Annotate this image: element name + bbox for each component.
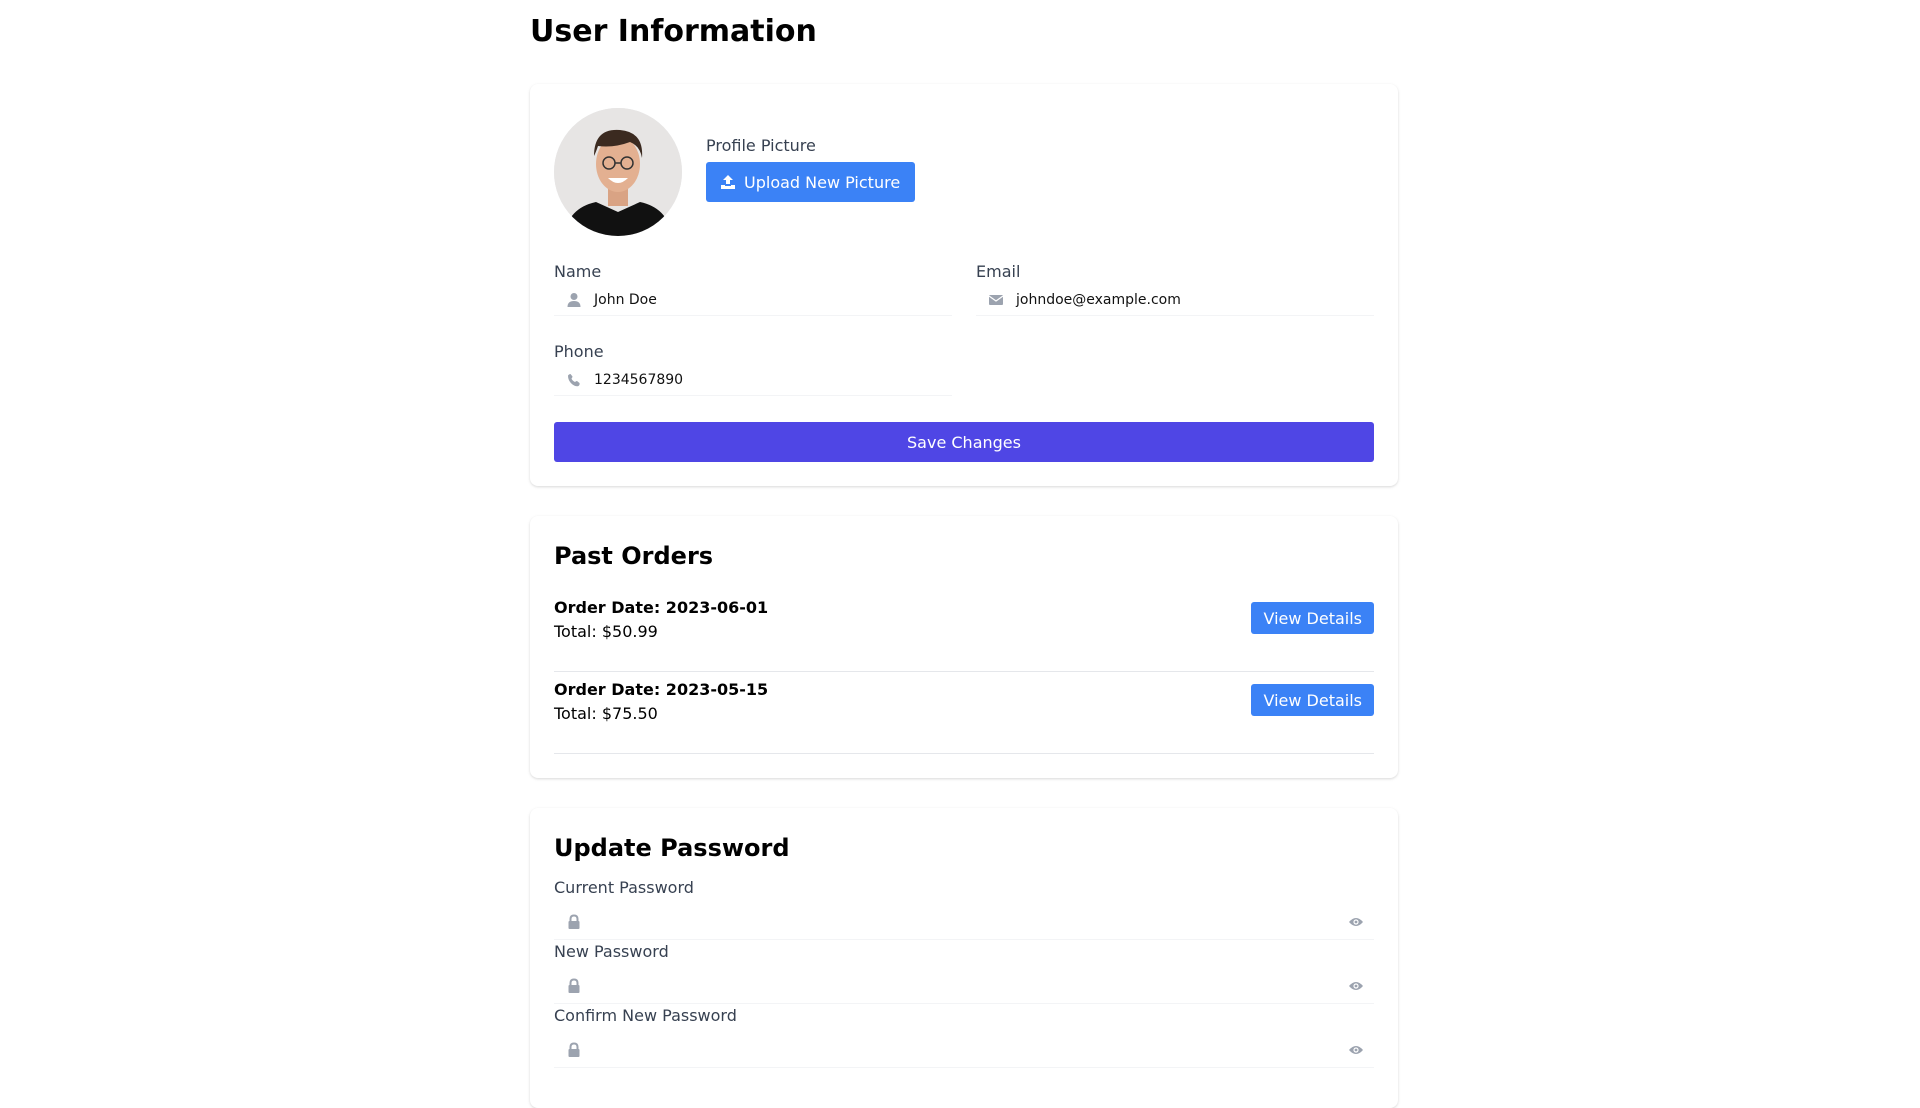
upload-button-label: Upload New Picture <box>744 172 901 192</box>
order-total: Total: $50.99 <box>554 622 658 641</box>
view-details-button[interactable]: View Details <box>1251 684 1374 716</box>
eye-icon[interactable] <box>1348 1043 1364 1057</box>
profile-card: Profile Picture Upload New Picture Name … <box>530 84 1398 486</box>
phone-field: Phone 1234567890 <box>554 342 952 396</box>
order-row: Order Date: 2023-06-01 Total: $50.99 Vie… <box>554 590 1374 672</box>
new-password-field: New Password <box>554 942 1374 1004</box>
user-icon <box>567 293 581 307</box>
current-password-field: Current Password <box>554 878 1374 940</box>
new-password-input[interactable] <box>554 966 1374 1004</box>
phone-input[interactable]: 1234567890 <box>554 366 952 396</box>
current-password-input[interactable] <box>554 902 1374 940</box>
current-password-label: Current Password <box>554 878 694 897</box>
eye-icon[interactable] <box>1348 979 1364 993</box>
email-field: Email johndoe@example.com <box>976 262 1374 316</box>
name-label: Name <box>554 262 602 281</box>
confirm-password-field: Confirm New Password <box>554 1006 1374 1068</box>
email-input[interactable]: johndoe@example.com <box>976 286 1374 316</box>
name-value: John Doe <box>594 292 657 308</box>
order-date: Order Date: 2023-06-01 <box>554 598 769 617</box>
profile-picture-label: Profile Picture <box>706 136 816 155</box>
new-password-label: New Password <box>554 942 669 961</box>
phone-value: 1234567890 <box>594 372 684 388</box>
name-field: Name John Doe <box>554 262 952 316</box>
upload-icon <box>721 175 735 189</box>
eye-icon[interactable] <box>1348 915 1364 929</box>
lock-icon <box>568 1042 580 1057</box>
order-total: Total: $75.50 <box>554 704 658 723</box>
phone-label: Phone <box>554 342 604 361</box>
upload-picture-button[interactable]: Upload New Picture <box>706 162 916 202</box>
lock-icon <box>568 914 580 929</box>
avatar <box>554 108 682 236</box>
update-password-title: Update Password <box>554 834 790 862</box>
phone-icon <box>568 374 580 387</box>
past-orders-title: Past Orders <box>554 542 714 570</box>
confirm-password-input[interactable] <box>554 1030 1374 1068</box>
save-changes-button[interactable]: Save Changes <box>554 422 1374 462</box>
view-details-button[interactable]: View Details <box>1251 602 1374 634</box>
email-value: johndoe@example.com <box>1016 292 1181 308</box>
lock-icon <box>568 978 580 993</box>
page-title: User Information <box>530 14 817 49</box>
order-date: Order Date: 2023-05-15 <box>554 680 769 699</box>
past-orders-card: Past Orders Order Date: 2023-06-01 Total… <box>530 516 1398 778</box>
confirm-password-label: Confirm New Password <box>554 1006 737 1025</box>
update-password-card: Update Password Current Password New Pas… <box>530 808 1398 1108</box>
envelope-icon <box>988 295 1004 305</box>
order-row: Order Date: 2023-05-15 Total: $75.50 Vie… <box>554 672 1374 754</box>
email-label: Email <box>976 262 1021 281</box>
name-input[interactable]: John Doe <box>554 286 952 316</box>
